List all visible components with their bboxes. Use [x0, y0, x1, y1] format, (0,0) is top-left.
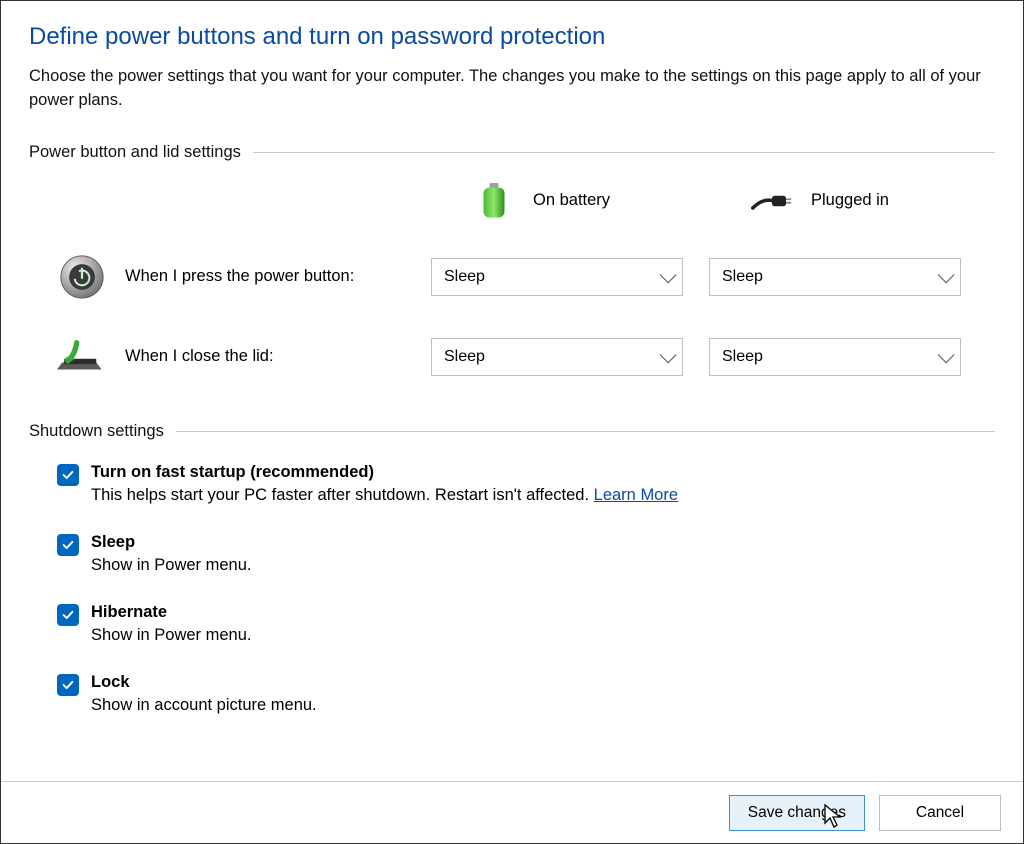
lock-checkbox[interactable]	[57, 674, 79, 696]
plug-icon	[751, 180, 793, 222]
fast-startup-checkbox[interactable]	[57, 464, 79, 486]
page-title: Define power buttons and turn on passwor…	[29, 23, 995, 51]
divider	[176, 431, 995, 432]
laptop-lid-icon	[57, 332, 107, 382]
section-power-lid: Power button and lid settings	[29, 143, 995, 162]
chevron-down-icon	[938, 346, 955, 363]
power-button-battery-select[interactable]: Sleep	[431, 258, 683, 296]
close-lid-battery-value: Sleep	[444, 348, 485, 366]
lock-sub: Show in account picture menu.	[91, 696, 317, 715]
sleep-sub: Show in Power menu.	[91, 556, 252, 575]
close-lid-plugged-value: Sleep	[722, 348, 763, 366]
power-button-plugged-value: Sleep	[722, 268, 763, 286]
sleep-checkbox[interactable]	[57, 534, 79, 556]
fast-startup-sub: This helps start your PC faster after sh…	[91, 486, 678, 505]
learn-more-link[interactable]: Learn More	[594, 486, 678, 504]
save-changes-button[interactable]: Save changes	[729, 795, 865, 831]
hibernate-checkbox[interactable]	[57, 604, 79, 626]
footer: Save changes Cancel	[1, 781, 1023, 843]
row-power-button: When I press the power button:	[29, 252, 431, 302]
row-close-lid: When I close the lid:	[29, 332, 431, 382]
page-description: Choose the power settings that you want …	[29, 65, 995, 113]
section-shutdown: Shutdown settings	[29, 422, 995, 441]
divider	[253, 152, 995, 153]
fast-startup-label: Turn on fast startup (recommended)	[91, 463, 678, 482]
section-shutdown-label: Shutdown settings	[29, 422, 164, 441]
power-button-icon	[57, 252, 107, 302]
section-power-lid-label: Power button and lid settings	[29, 143, 241, 162]
battery-icon	[473, 180, 515, 222]
hibernate-sub: Show in Power menu.	[91, 626, 252, 645]
power-button-battery-value: Sleep	[444, 268, 485, 286]
close-lid-battery-select[interactable]: Sleep	[431, 338, 683, 376]
column-plugged-in: Plugged in	[709, 180, 987, 222]
row-close-lid-label: When I close the lid:	[125, 347, 274, 366]
column-on-battery: On battery	[431, 180, 709, 222]
power-button-plugged-select[interactable]: Sleep	[709, 258, 961, 296]
cancel-button[interactable]: Cancel	[879, 795, 1001, 831]
sleep-label: Sleep	[91, 533, 252, 552]
hibernate-label: Hibernate	[91, 603, 252, 622]
chevron-down-icon	[660, 346, 677, 363]
row-power-button-label: When I press the power button:	[125, 267, 354, 286]
lock-label: Lock	[91, 673, 317, 692]
chevron-down-icon	[660, 266, 677, 283]
column-plugged-in-label: Plugged in	[811, 191, 889, 210]
column-on-battery-label: On battery	[533, 191, 610, 210]
close-lid-plugged-select[interactable]: Sleep	[709, 338, 961, 376]
chevron-down-icon	[938, 266, 955, 283]
